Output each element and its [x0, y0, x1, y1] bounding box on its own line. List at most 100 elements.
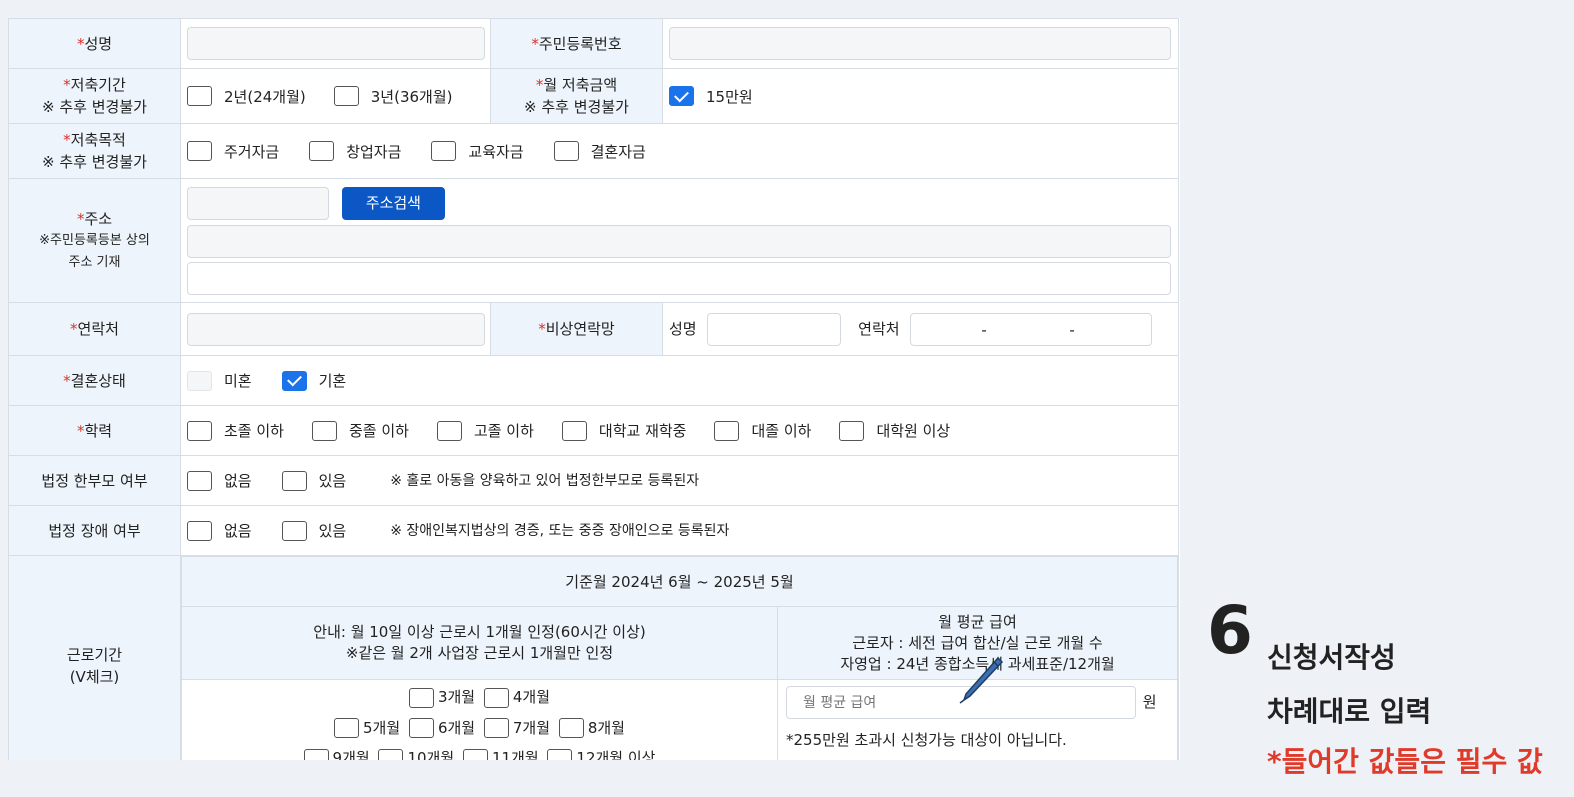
checkbox-box[interactable] — [553, 141, 579, 161]
rrn-label: *주민등록번호 — [490, 18, 663, 69]
disability-yes-checkbox[interactable]: 있음 — [281, 520, 346, 541]
address-main-input[interactable] — [187, 224, 1171, 258]
month-8-checkbox[interactable]: 8개월 — [558, 717, 625, 740]
purpose-housing-checkbox[interactable]: 주거자금 — [187, 141, 279, 162]
checkbox-box[interactable] — [378, 748, 404, 760]
checkbox-box[interactable] — [187, 141, 212, 161]
month-3-checkbox[interactable]: 3개월 — [408, 686, 475, 709]
education-label: *학력 — [8, 405, 181, 456]
emergency-name-label: 성명 — [669, 319, 697, 338]
checkbox-box[interactable] — [187, 370, 212, 391]
purpose-wedding-checkbox[interactable]: 결혼자금 — [553, 141, 646, 162]
single-parent-hint: ※ 홀로 아동을 양육하고 있어 법정한부모로 등록된자 — [390, 473, 700, 489]
disability-label: 법정 장애 여부 — [8, 505, 181, 556]
contact-label: *연락처 — [8, 302, 181, 356]
month-11-checkbox[interactable]: 11개월 — [462, 747, 539, 760]
row-single-parent: 법정 한부모 여부 없음 있음 ※ 홀로 아동을 양육하고 있어 법정한부모로 등록… — [8, 455, 1179, 506]
month-6-checkbox[interactable]: 6개월 — [408, 717, 475, 740]
checkbox-box[interactable] — [839, 420, 865, 441]
month-5-checkbox[interactable]: 5개월 — [334, 717, 400, 740]
checkbox-box[interactable] — [431, 141, 457, 161]
form-table: *성명 *주민등록번호 *저축기간 ※ 추후 변경불가 2년(24개월) 3년(3… — [8, 18, 1179, 760]
amount-15-checkbox[interactable]: 15만원 — [669, 86, 753, 107]
step-warning: *들어간 값들은 필수 값 — [1267, 745, 1543, 778]
period-3year-checkbox[interactable]: 3년(36개월) — [333, 86, 453, 107]
checkbox-box[interactable] — [547, 748, 573, 760]
edu-college-checkbox[interactable]: 대졸 이하 — [714, 420, 811, 441]
purpose-education-checkbox[interactable]: 교육자금 — [431, 141, 524, 162]
row-contact: *연락처 *비상연락망 성명 연락처 - - — [8, 302, 1179, 356]
disability-no-checkbox[interactable]: 없음 — [187, 520, 252, 541]
checkbox-box[interactable] — [187, 520, 212, 541]
zipcode-input[interactable] — [187, 186, 329, 220]
edu-elementary-checkbox[interactable]: 초졸 이하 — [187, 420, 284, 441]
step-number: 6 — [1207, 592, 1253, 669]
work-period-label: 근로기간 (V체크) — [8, 555, 181, 760]
row-education: *학력 초졸 이하 중졸 이하 고졸 이하 대학교 재학중 대졸 이하 대학원 이상 — [8, 405, 1179, 456]
name-input[interactable] — [187, 27, 485, 60]
month-9-checkbox[interactable]: 9개월 — [303, 747, 370, 760]
emergency-label: *비상연락망 — [490, 302, 663, 356]
single-parent-no-checkbox[interactable]: 없음 — [187, 470, 252, 491]
checkbox-box[interactable] — [558, 718, 584, 738]
checkbox-box[interactable] — [187, 86, 212, 106]
savings-purpose-label: *저축목적 ※ 추후 변경불가 — [8, 123, 181, 179]
monthly-amount-label: *월 저축금액 ※ 추후 변경불가 — [490, 68, 663, 124]
checkbox-box[interactable] — [408, 718, 434, 738]
contact-input[interactable] — [187, 312, 485, 346]
checkbox-box[interactable] — [281, 470, 307, 491]
checkbox-box[interactable] — [483, 718, 509, 738]
step-subtitle: 차례대로 입력 — [1267, 695, 1432, 728]
purpose-startup-checkbox[interactable]: 창업자금 — [309, 141, 401, 162]
pen-cursor-icon — [959, 656, 1004, 704]
checkbox-box[interactable] — [303, 748, 329, 760]
address-detail-input[interactable] — [187, 261, 1171, 295]
row-name-rrn: *성명 *주민등록번호 — [8, 18, 1179, 69]
disability-hint: ※ 장애인복지법상의 경증, 또는 중증 장애인으로 등록된자 — [390, 523, 730, 539]
emergency-name-input[interactable] — [707, 312, 842, 346]
address-search-button[interactable]: 주소검색 — [341, 186, 445, 220]
checkbox-box[interactable] — [333, 86, 359, 106]
checkbox-box[interactable] — [187, 470, 212, 491]
checkbox-checked-icon[interactable] — [281, 370, 307, 391]
address-label: *주소 ※주민등록등본 상의 주소 기재 — [8, 178, 181, 303]
row-disability: 법정 장애 여부 없음 있음 ※ 장애인복지법상의 경증, 또는 중증 장애인으로 … — [8, 505, 1179, 556]
checkbox-box[interactable] — [187, 420, 212, 441]
marital-married-checkbox[interactable]: 기혼 — [281, 370, 346, 391]
row-savings-purpose: *저축목적 ※ 추후 변경불가 주거자금 창업자금 교육자금 결혼자금 — [8, 123, 1179, 179]
savings-period-label: *저축기간 ※ 추후 변경불가 — [8, 68, 181, 124]
salary-unit: 원 — [1142, 692, 1157, 711]
checkbox-box[interactable] — [408, 687, 434, 708]
checkbox-box[interactable] — [311, 420, 337, 441]
month-checkboxes: 3개월 4개월 5개월 6개월 7개월 8개월 9개월 10개월 11개월 12… — [180, 679, 779, 760]
checkbox-box[interactable] — [334, 718, 360, 738]
period-2year-checkbox[interactable]: 2년(24개월) — [187, 86, 306, 107]
edu-graduate-checkbox[interactable]: 대학원 이상 — [839, 420, 950, 441]
month-10-checkbox[interactable]: 10개월 — [378, 747, 454, 760]
checkbox-box[interactable] — [561, 420, 587, 441]
single-parent-yes-checkbox[interactable]: 있음 — [281, 470, 346, 491]
checkbox-box[interactable] — [281, 520, 307, 541]
name-label: *성명 — [8, 18, 181, 69]
month-4-checkbox[interactable]: 4개월 — [483, 686, 550, 709]
edu-college-enrolled-checkbox[interactable]: 대학교 재학중 — [561, 420, 686, 441]
edu-high-checkbox[interactable]: 고졸 이하 — [436, 420, 534, 441]
emergency-phone-input[interactable]: - - — [910, 312, 1153, 346]
single-parent-label: 법정 한부모 여부 — [8, 455, 181, 506]
month-7-checkbox[interactable]: 7개월 — [483, 717, 550, 740]
emergency-phone-label: 연락처 — [858, 319, 900, 338]
month-12-checkbox[interactable]: 12개월 이상 — [547, 747, 655, 760]
marital-single-checkbox[interactable]: 미혼 — [187, 370, 252, 391]
application-form: *성명 *주민등록번호 *저축기간 ※ 추후 변경불가 2년(24개월) 3년(3… — [8, 18, 1180, 760]
row-address: *주소 ※주민등록등본 상의 주소 기재 주소검색 — [8, 178, 1179, 303]
checkbox-box[interactable] — [714, 420, 740, 441]
checkbox-box[interactable] — [309, 141, 335, 161]
checkbox-checked-icon[interactable] — [669, 86, 694, 106]
checkbox-box[interactable] — [436, 420, 462, 441]
step-title: 신청서작성 — [1267, 641, 1396, 674]
rrn-input[interactable] — [669, 27, 1171, 60]
checkbox-box[interactable] — [462, 748, 488, 760]
base-month: 기준월 2024년 6월 ~ 2025년 5월 — [181, 556, 1178, 607]
edu-middle-checkbox[interactable]: 중졸 이하 — [311, 420, 409, 441]
checkbox-box[interactable] — [483, 687, 509, 708]
